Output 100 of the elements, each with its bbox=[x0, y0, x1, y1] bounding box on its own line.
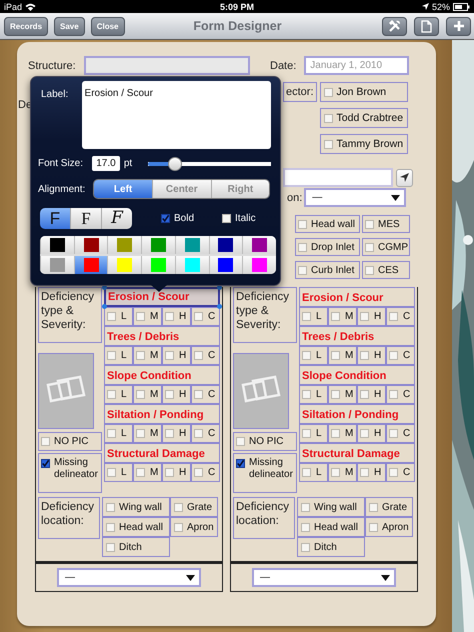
label-text-area[interactable]: Erosion / Scour bbox=[82, 81, 271, 149]
font-option[interactable]: F bbox=[101, 208, 132, 229]
checkbox[interactable] bbox=[165, 429, 174, 438]
checkbox[interactable] bbox=[41, 459, 50, 468]
color-option[interactable] bbox=[40, 256, 74, 274]
toolbar-button[interactable]: Save bbox=[54, 16, 85, 36]
checkbox[interactable] bbox=[324, 114, 333, 122]
checkbox[interactable] bbox=[136, 468, 145, 477]
deficiency-label[interactable]: Siltation / Ponding bbox=[104, 404, 220, 424]
text-field[interactable] bbox=[84, 56, 250, 75]
toolbar-button[interactable]: Close bbox=[90, 16, 124, 36]
font-option[interactable]: F bbox=[40, 208, 70, 229]
checkbox[interactable] bbox=[360, 429, 369, 438]
deficiency-label[interactable]: Trees / Debris bbox=[104, 326, 220, 346]
checkbox[interactable] bbox=[302, 468, 311, 477]
checkbox[interactable] bbox=[165, 468, 174, 477]
checkbox[interactable] bbox=[194, 468, 203, 477]
checkbox[interactable] bbox=[369, 502, 378, 512]
checkbox[interactable] bbox=[365, 242, 374, 252]
checkbox[interactable] bbox=[331, 429, 340, 438]
deficiency-label[interactable]: Trees / Debris bbox=[299, 326, 415, 346]
checkbox[interactable] bbox=[360, 351, 369, 360]
checkbox[interactable] bbox=[222, 214, 232, 223]
checkbox[interactable] bbox=[389, 312, 398, 321]
checkbox[interactable] bbox=[194, 429, 203, 438]
dropdown[interactable]: — bbox=[304, 188, 406, 207]
checkbox[interactable] bbox=[360, 390, 369, 399]
checkbox[interactable] bbox=[302, 312, 311, 321]
alignment-tab[interactable]: Right bbox=[210, 180, 270, 198]
toolbar-button[interactable]: Records bbox=[4, 16, 48, 36]
tools-button[interactable] bbox=[382, 16, 407, 36]
checkbox[interactable] bbox=[389, 429, 398, 438]
checkbox[interactable] bbox=[174, 502, 183, 512]
color-option[interactable] bbox=[208, 256, 242, 274]
checkbox[interactable] bbox=[331, 468, 340, 477]
deficiency-label[interactable]: Erosion / Scour bbox=[104, 287, 220, 307]
deficiency-label[interactable]: Structural Damage bbox=[104, 443, 220, 463]
checkbox[interactable] bbox=[301, 542, 310, 552]
checkbox[interactable] bbox=[360, 468, 369, 477]
checkbox[interactable] bbox=[324, 140, 333, 148]
checkbox[interactable] bbox=[301, 522, 310, 532]
font-size-field[interactable]: 17.0 bbox=[92, 156, 120, 171]
resize-handle[interactable] bbox=[102, 304, 107, 309]
dropdown[interactable]: — bbox=[252, 568, 396, 587]
checkbox[interactable] bbox=[165, 390, 174, 399]
checkbox[interactable] bbox=[298, 242, 307, 252]
date-field[interactable]: January 1, 2010 bbox=[304, 56, 410, 75]
checkbox[interactable] bbox=[360, 312, 369, 321]
text-field[interactable] bbox=[283, 168, 393, 187]
checkbox[interactable] bbox=[136, 429, 145, 438]
checkbox[interactable] bbox=[236, 459, 245, 468]
color-option[interactable] bbox=[74, 236, 108, 254]
checkbox[interactable] bbox=[324, 88, 333, 96]
checkbox[interactable] bbox=[365, 266, 374, 274]
color-option[interactable] bbox=[141, 256, 175, 274]
color-option[interactable] bbox=[107, 236, 142, 254]
deficiency-label[interactable]: Structural Damage bbox=[299, 443, 415, 463]
checkbox[interactable] bbox=[107, 468, 116, 477]
checkbox[interactable] bbox=[194, 351, 203, 360]
color-option[interactable] bbox=[242, 236, 276, 254]
add-button[interactable] bbox=[446, 16, 471, 36]
checkbox[interactable] bbox=[365, 220, 374, 228]
deficiency-label[interactable]: Siltation / Ponding bbox=[299, 404, 415, 424]
checkbox[interactable] bbox=[302, 351, 311, 360]
color-option[interactable] bbox=[174, 256, 209, 274]
checkbox[interactable] bbox=[369, 522, 378, 532]
resize-handle[interactable] bbox=[217, 304, 222, 309]
color-option[interactable] bbox=[242, 256, 276, 274]
new-page-button[interactable] bbox=[414, 16, 439, 36]
deficiency-label[interactable]: Slope Condition bbox=[299, 365, 415, 385]
checkbox[interactable] bbox=[331, 390, 340, 399]
checkbox[interactable] bbox=[136, 390, 145, 399]
checkbox[interactable] bbox=[41, 437, 50, 446]
checkbox[interactable] bbox=[331, 312, 340, 321]
checkbox[interactable] bbox=[389, 351, 398, 360]
color-option[interactable] bbox=[208, 236, 242, 254]
checkbox[interactable] bbox=[298, 220, 307, 228]
checkbox[interactable] bbox=[331, 351, 340, 360]
checkbox[interactable] bbox=[236, 437, 245, 446]
deficiency-label[interactable]: Slope Condition bbox=[104, 365, 220, 385]
checkbox[interactable] bbox=[302, 429, 311, 438]
color-option[interactable] bbox=[107, 256, 142, 274]
deficiency-label[interactable]: Erosion / Scour bbox=[299, 287, 415, 307]
checkbox[interactable] bbox=[302, 390, 311, 399]
checkbox[interactable] bbox=[161, 214, 170, 223]
color-option[interactable] bbox=[74, 256, 108, 274]
slider-thumb[interactable] bbox=[168, 156, 182, 170]
checkbox[interactable] bbox=[107, 312, 116, 321]
checkbox[interactable] bbox=[107, 351, 116, 360]
location-button[interactable] bbox=[396, 168, 413, 186]
checkbox[interactable] bbox=[107, 390, 116, 399]
checkbox[interactable] bbox=[194, 390, 203, 399]
alignment-tab[interactable]: Center bbox=[152, 180, 211, 198]
color-option[interactable] bbox=[141, 236, 175, 254]
checkbox[interactable] bbox=[165, 312, 174, 321]
checkbox[interactable] bbox=[165, 351, 174, 360]
checkbox[interactable] bbox=[106, 542, 115, 552]
font-option[interactable]: F bbox=[70, 208, 101, 229]
checkbox[interactable] bbox=[174, 522, 183, 532]
alignment-tab[interactable]: Left bbox=[94, 180, 152, 198]
